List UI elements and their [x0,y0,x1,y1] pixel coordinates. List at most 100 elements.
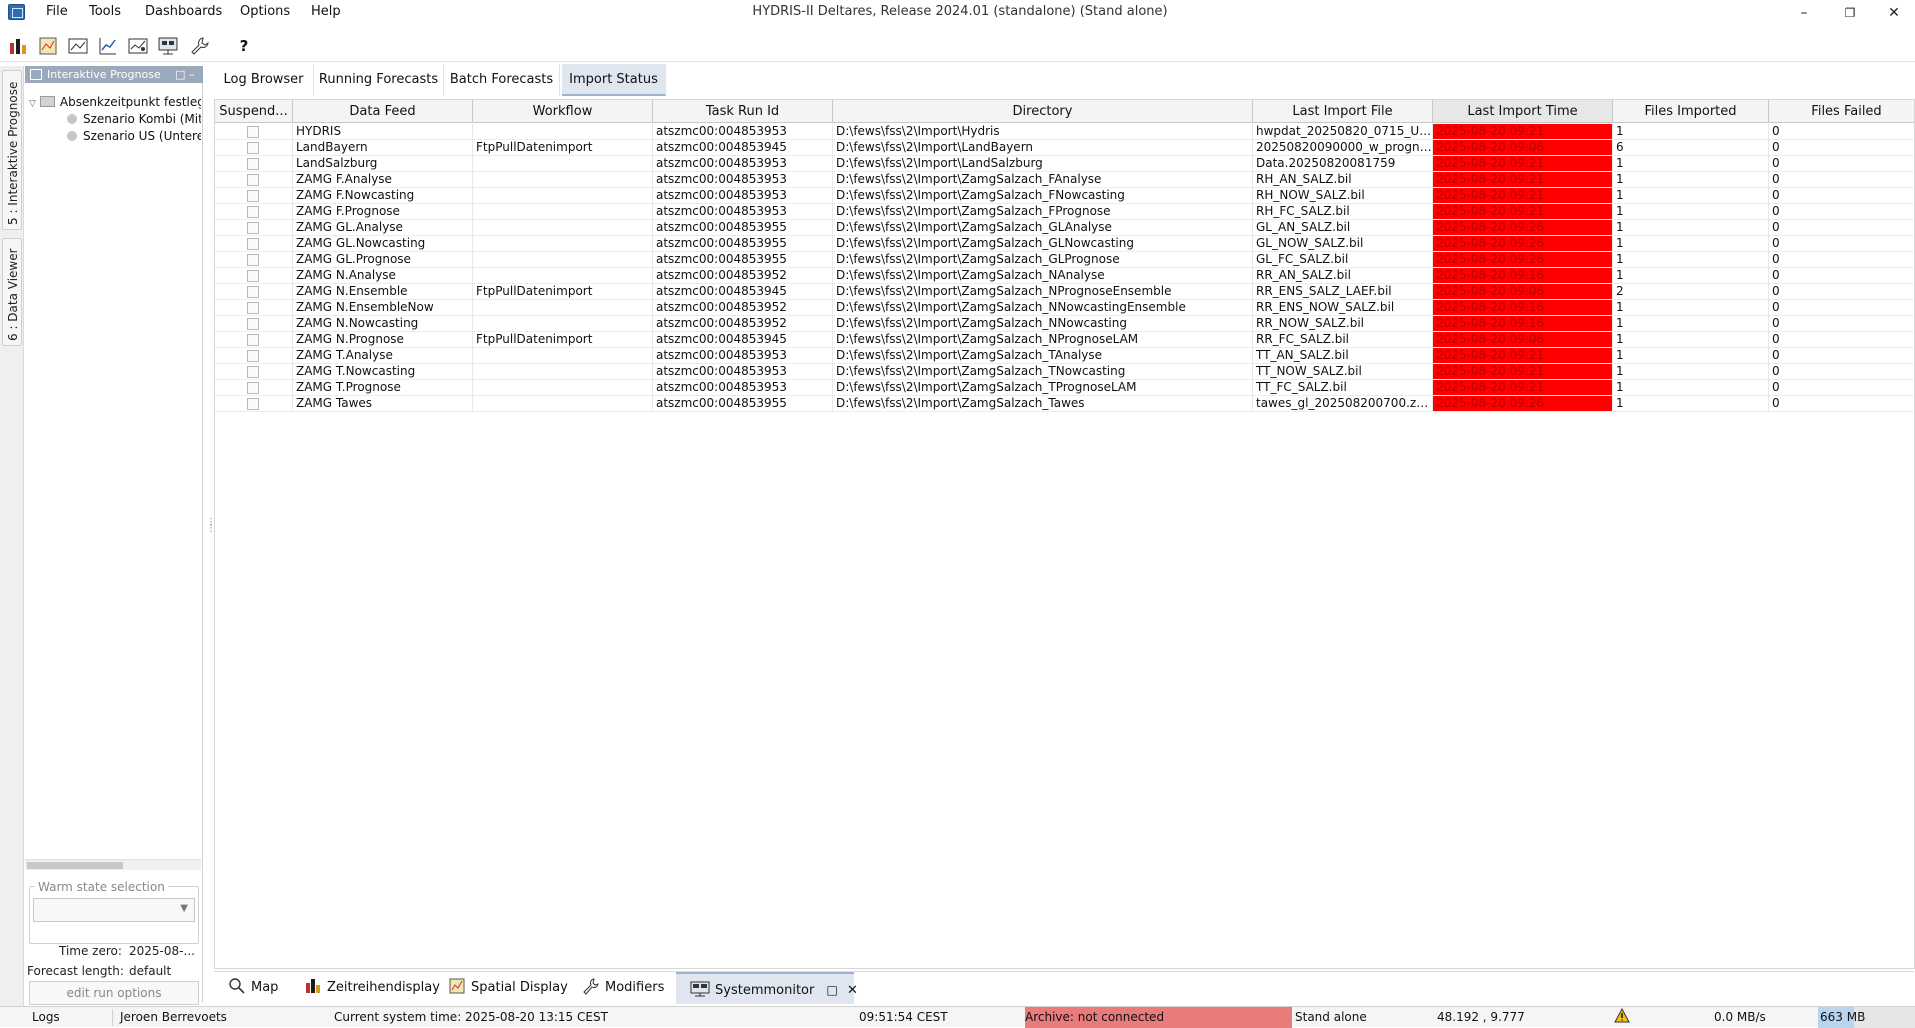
app-icon[interactable] [8,4,25,20]
table-row[interactable]: ZAMG T.Analyse atszmc00:004853953 D:\fews\… [215,348,1914,364]
memory-usage-text: 663 MB [1820,1010,1866,1024]
suspend-checkbox[interactable] [247,158,259,170]
column-header-last-import-file[interactable]: Last Import File [1253,100,1433,123]
maximize-button[interactable]: ❐ [1828,2,1872,24]
tab-log-browser[interactable]: Log Browser [214,64,314,96]
column-header-files-imported[interactable]: Files Imported [1613,100,1769,123]
table-row[interactable]: ZAMG GL.Analyse atszmc00:004853955 D:\fews… [215,220,1914,236]
cell-data-feed: ZAMG F.Nowcasting [293,188,473,204]
menu-tools[interactable]: Tools [87,4,123,19]
menu-help[interactable]: Help [309,4,343,19]
column-header-data-feed[interactable]: Data Feed [293,100,473,123]
close-button[interactable]: ✕ [1872,2,1915,24]
table-row[interactable]: ZAMG GL.Nowcasting atszmc00:004853955 D:\f… [215,236,1914,252]
suspend-checkbox[interactable] [247,302,259,314]
table-row[interactable]: ZAMG GL.Prognose atszmc00:004853955 D:\few… [215,252,1914,268]
memory-usage-bar[interactable]: 663 MB [1818,1007,1915,1028]
tab-spatial-display[interactable]: Spatial Display [448,972,568,1004]
cell-files-imported: 1 [1613,188,1769,204]
suspend-checkbox[interactable] [247,174,259,186]
column-header-files-failed[interactable]: Files Failed [1769,100,1914,123]
menu-options[interactable]: Options [238,4,292,19]
scrollbar-thumb[interactable] [27,862,123,869]
monitor-icon[interactable] [156,34,180,58]
tab-import-status[interactable]: Import Status [562,64,666,96]
column-header-workflow[interactable]: Workflow [473,100,653,123]
suspend-checkbox[interactable] [247,382,259,394]
close-tab-icon[interactable]: ✕ [847,983,858,998]
warning-icon[interactable] [1614,1007,1630,1027]
table-row[interactable]: ZAMG N.Analyse atszmc00:004853952 D:\fews\… [215,268,1914,284]
help-button[interactable]: ? [232,34,256,58]
tree-node-szenario-us[interactable]: Szenario US (Unterer) [67,128,201,145]
table-row[interactable]: ZAMG F.Analyse atszmc00:004853953 D:\fews\… [215,172,1914,188]
tab-modifiers[interactable]: Modifiers [582,972,664,1004]
map-icon[interactable] [36,34,60,58]
suspend-checkbox[interactable] [247,398,259,410]
table-row[interactable]: ZAMG T.Nowcasting atszmc00:004853953 D:\fe… [215,364,1914,380]
table-row[interactable]: ZAMG T.Prognose atszmc00:004853953 D:\fews… [215,380,1914,396]
suspend-checkbox[interactable] [247,318,259,330]
suspend-checkbox[interactable] [247,334,259,346]
minimize-panel-icon[interactable]: – [189,66,195,83]
side-tab-data-viewer[interactable]: 6 : Data Viewer [2,238,22,346]
line-chart-icon[interactable] [96,34,120,58]
suspend-checkbox[interactable] [247,190,259,202]
cell-files-failed: 0 [1769,396,1914,412]
table-row[interactable]: ZAMG N.EnsembleNow atszmc00:004853952 D:\f… [215,300,1914,316]
table-row[interactable]: ZAMG N.Ensemble FtpPullDatenimport atszmc0… [215,284,1914,300]
table-row[interactable]: LandSalzburg atszmc00:004853953 D:\fews\fs… [215,156,1914,172]
minimize-button[interactable]: – [1782,2,1826,24]
table-row[interactable]: ZAMG N.Prognose FtpPullDatenimport atszmc0… [215,332,1914,348]
suspend-checkbox[interactable] [247,206,259,218]
table-row[interactable]: ZAMG Tawes atszmc00:004853955 D:\fews\fss\… [215,396,1914,412]
column-header-suspend[interactable]: Suspend... [215,100,293,123]
image-icon[interactable] [66,34,90,58]
table-row[interactable]: HYDRIS atszmc00:004853953 D:\fews\fss\2\Im… [215,124,1914,140]
edit-run-options-button[interactable]: edit run options [29,981,199,1005]
suspend-checkbox[interactable] [247,126,259,138]
window-title: HYDRIS-II Deltares, Release 2024.01 (sta… [752,4,1168,19]
side-tab-interaktive-prognose[interactable]: 5 : Interaktive Prognose [2,70,22,230]
menu-file[interactable]: File [44,4,70,19]
table-row[interactable]: ZAMG N.Nowcasting atszmc00:004853952 D:\fe… [215,316,1914,332]
wrench-icon[interactable] [188,34,212,58]
cell-last-import-file: RR_NOW_SALZ.bil [1253,316,1433,332]
suspend-checkbox[interactable] [247,270,259,282]
suspend-checkbox[interactable] [247,142,259,154]
suspend-checkbox[interactable] [247,366,259,378]
suspend-checkbox[interactable] [247,286,259,298]
bar-chart-icon[interactable] [6,34,30,58]
menu-dashboards[interactable]: Dashboards [143,4,224,19]
warm-state-select[interactable]: ▼ [33,898,195,922]
tree-node-root[interactable]: ▽ Absenkzeitpunkt festlegen [29,94,201,111]
splitter-handle[interactable]: ⋮ ⋮ [206,518,216,540]
tree-node-szenario-kombi[interactable]: Szenario Kombi (Mitte) [67,111,201,128]
spatial-chart-icon[interactable] [126,34,150,58]
cell-last-import-time: 2025-08-20 09:21 [1433,348,1613,364]
table-row[interactable]: ZAMG F.Prognose atszmc00:004853953 D:\fews… [215,204,1914,220]
column-header-task-run-id[interactable]: Task Run Id [653,100,833,123]
cell-task-run-id: atszmc00:004853953 [653,188,833,204]
suspend-checkbox[interactable] [247,254,259,266]
logs-button[interactable]: Logs [32,1010,60,1024]
tab-running-forecasts[interactable]: Running Forecasts [314,64,444,96]
cell-task-run-id: atszmc00:004853953 [653,364,833,380]
table-row[interactable]: LandBayern FtpPullDatenimport atszmc00:004… [215,140,1914,156]
table-row[interactable]: ZAMG F.Nowcasting atszmc00:004853953 D:\fe… [215,188,1914,204]
tab-systemmonitor[interactable]: Systemmonitor □ ✕ [676,972,858,1004]
tab-map[interactable]: Map [228,972,278,1004]
cell-task-run-id: atszmc00:004853945 [653,284,833,300]
maximize-view-icon[interactable]: □ [826,983,837,997]
column-header-last-import-time[interactable]: Last Import Time [1433,100,1613,123]
horizontal-scrollbar[interactable] [25,859,201,870]
tab-batch-forecasts[interactable]: Batch Forecasts [444,64,560,96]
column-header-directory[interactable]: Directory [833,100,1253,123]
suspend-checkbox[interactable] [247,222,259,234]
tab-zeitreihendisplay[interactable]: Zeitreihendisplay [304,972,440,1004]
suspend-checkbox[interactable] [247,238,259,250]
cell-workflow: FtpPullDatenimport [473,284,653,300]
maximize-panel-icon[interactable]: □ [175,66,185,83]
expand-icon[interactable]: ▽ [29,99,36,109]
suspend-checkbox[interactable] [247,350,259,362]
